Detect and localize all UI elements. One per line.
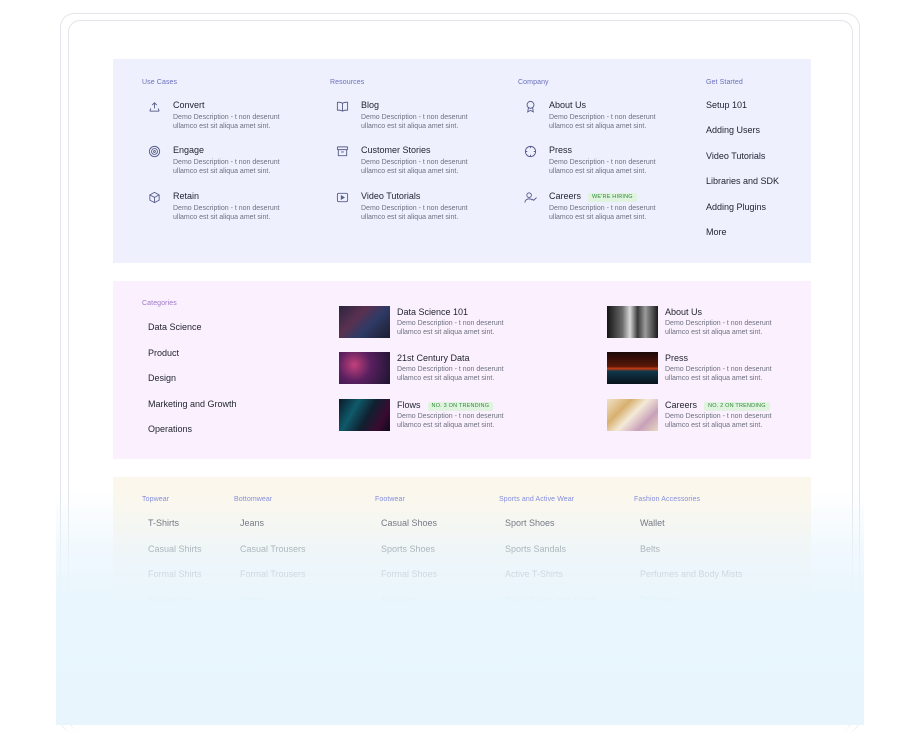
link-shorts[interactable]: Shorts <box>240 595 266 605</box>
use-cases-heading: Use Cases <box>142 79 178 86</box>
link-sneakers[interactable]: Sneakers <box>381 595 419 605</box>
category-marketing-and-growth[interactable]: Marketing and Growth <box>148 399 237 409</box>
link-libraries-and-sdk[interactable]: Libraries and SDK <box>706 176 779 186</box>
flows-label: Flows <box>397 400 421 410</box>
careers-card-label: Careers <box>665 400 698 410</box>
card-thumbnail <box>339 352 390 384</box>
link-adding-users[interactable]: Adding Users <box>706 125 760 135</box>
link-casual-trousers[interactable]: Casual Trousers <box>240 544 306 554</box>
link-video-tutorials[interactable]: Video Tutorials <box>706 151 765 161</box>
footwear-heading: Footwear <box>375 496 405 503</box>
get-started-heading: Get Started <box>706 79 743 86</box>
cube-icon <box>148 191 161 204</box>
award-icon <box>524 100 537 113</box>
category-product[interactable]: Product <box>148 348 179 358</box>
compass-icon <box>524 145 537 158</box>
link-casual-shirts[interactable]: Casual Shirts <box>148 544 202 554</box>
trending-badge: NO. 3 ON TRENDING <box>427 402 494 411</box>
careers-label: Careers <box>549 191 582 201</box>
link-setup-101[interactable]: Setup 101 <box>706 100 747 110</box>
link-track-pants-and-shorts[interactable]: Track Pants and Shorts <box>505 595 599 605</box>
topwear-heading: Topwear <box>142 496 170 503</box>
link-sports-shoes[interactable]: Sports Shoes <box>381 544 435 554</box>
link-perfumes-and-body-mists[interactable]: Perfumes and Body Mists <box>640 569 743 579</box>
link-sports-sandals[interactable]: Sports Sandals <box>505 544 566 554</box>
link-casual-shoes[interactable]: Casual Shoes <box>381 518 437 528</box>
category-data-science[interactable]: Data Science <box>148 322 202 332</box>
convert-icon <box>148 100 161 113</box>
link-adding-plugins[interactable]: Adding Plugins <box>706 202 766 212</box>
card-thumbnail <box>607 399 658 431</box>
card-thumbnail <box>339 306 390 338</box>
sports-active-wear-heading: Sports and Active Wear <box>499 496 575 503</box>
link-sweatshirts[interactable]: Sweatshirts <box>148 595 195 605</box>
link-t-shirts[interactable]: T-Shirts <box>148 518 179 528</box>
card-thumbnail <box>607 306 658 338</box>
link-wallet[interactable]: Wallet <box>640 518 665 528</box>
mega-menu-panel-2: Categories Data Science Product Design M… <box>113 281 811 459</box>
bottomwear-heading: Bottomwear <box>234 496 273 503</box>
target-icon <box>148 145 161 158</box>
resources-heading: Resources <box>330 79 365 86</box>
link-more[interactable]: More <box>706 227 727 237</box>
category-operations[interactable]: Operations <box>148 424 192 434</box>
company-heading: Company <box>518 79 549 86</box>
link-formal-shoes[interactable]: Formal Shoes <box>381 569 437 579</box>
link-formal-trousers[interactable]: Formal Trousers <box>240 569 306 579</box>
mega-menu-panel-3: Topwear T-Shirts Casual Shirts Formal Sh… <box>113 477 811 612</box>
link-belts[interactable]: Belts <box>640 544 660 554</box>
video-icon <box>336 191 349 204</box>
link-active-t-shirts[interactable]: Active T-Shirts <box>505 569 563 579</box>
mega-menu-panel-1: Use Cases Convert Demo Description - t n… <box>113 59 811 263</box>
user-check-icon <box>524 191 537 204</box>
fashion-accessories-heading: Fashion Accessories <box>634 496 701 503</box>
hiring-badge: WE'RE HIRING <box>588 193 637 202</box>
categories-heading: Categories <box>142 300 177 307</box>
category-design[interactable]: Design <box>148 373 176 383</box>
card-thumbnail <box>339 399 390 431</box>
link-sport-shoes[interactable]: Sport Shoes <box>505 518 555 528</box>
link-trimmers[interactable]: Trimmers <box>640 595 678 605</box>
card-thumbnail <box>607 352 658 384</box>
link-formal-shirts[interactable]: Formal Shirts <box>148 569 202 579</box>
trending-badge: NO. 2 ON TRENDING <box>704 402 770 411</box>
archive-icon <box>336 145 349 158</box>
link-jeans[interactable]: Jeans <box>240 518 264 528</box>
book-icon <box>336 100 349 113</box>
